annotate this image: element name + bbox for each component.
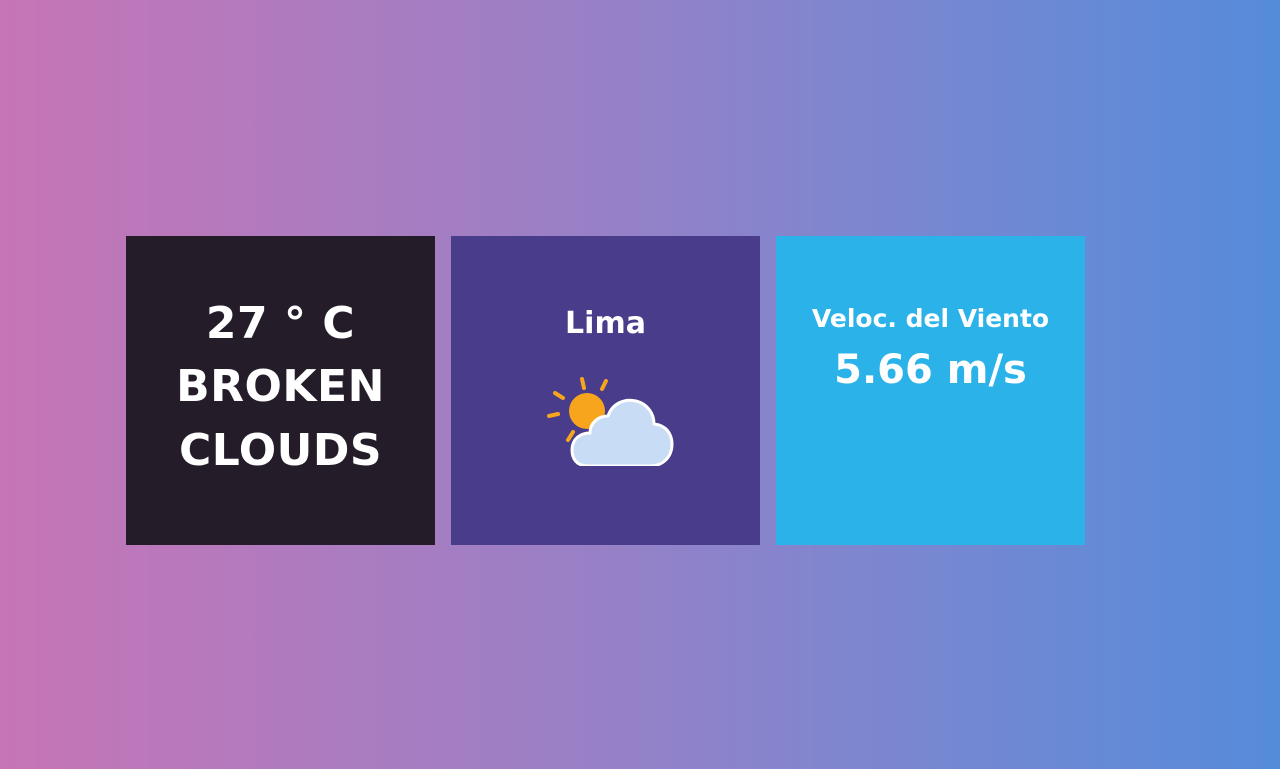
city-name: Lima	[565, 306, 646, 341]
weather-cards: 27 ° C BROKEN CLOUDS Lima Veloc. del Vie…	[126, 236, 1085, 545]
temperature-card: 27 ° C BROKEN CLOUDS	[126, 236, 435, 545]
wind-speed-label: Veloc. del Viento	[811, 304, 1050, 333]
wind-speed-value: 5.66 m/s	[834, 347, 1027, 393]
temperature-value: 27 ° C	[205, 297, 356, 349]
wind-card: Veloc. del Viento 5.66 m/s	[776, 236, 1085, 545]
weather-description: BROKEN CLOUDS	[176, 360, 385, 476]
partly-cloudy-icon	[546, 377, 673, 466]
city-card: Lima	[451, 236, 760, 545]
